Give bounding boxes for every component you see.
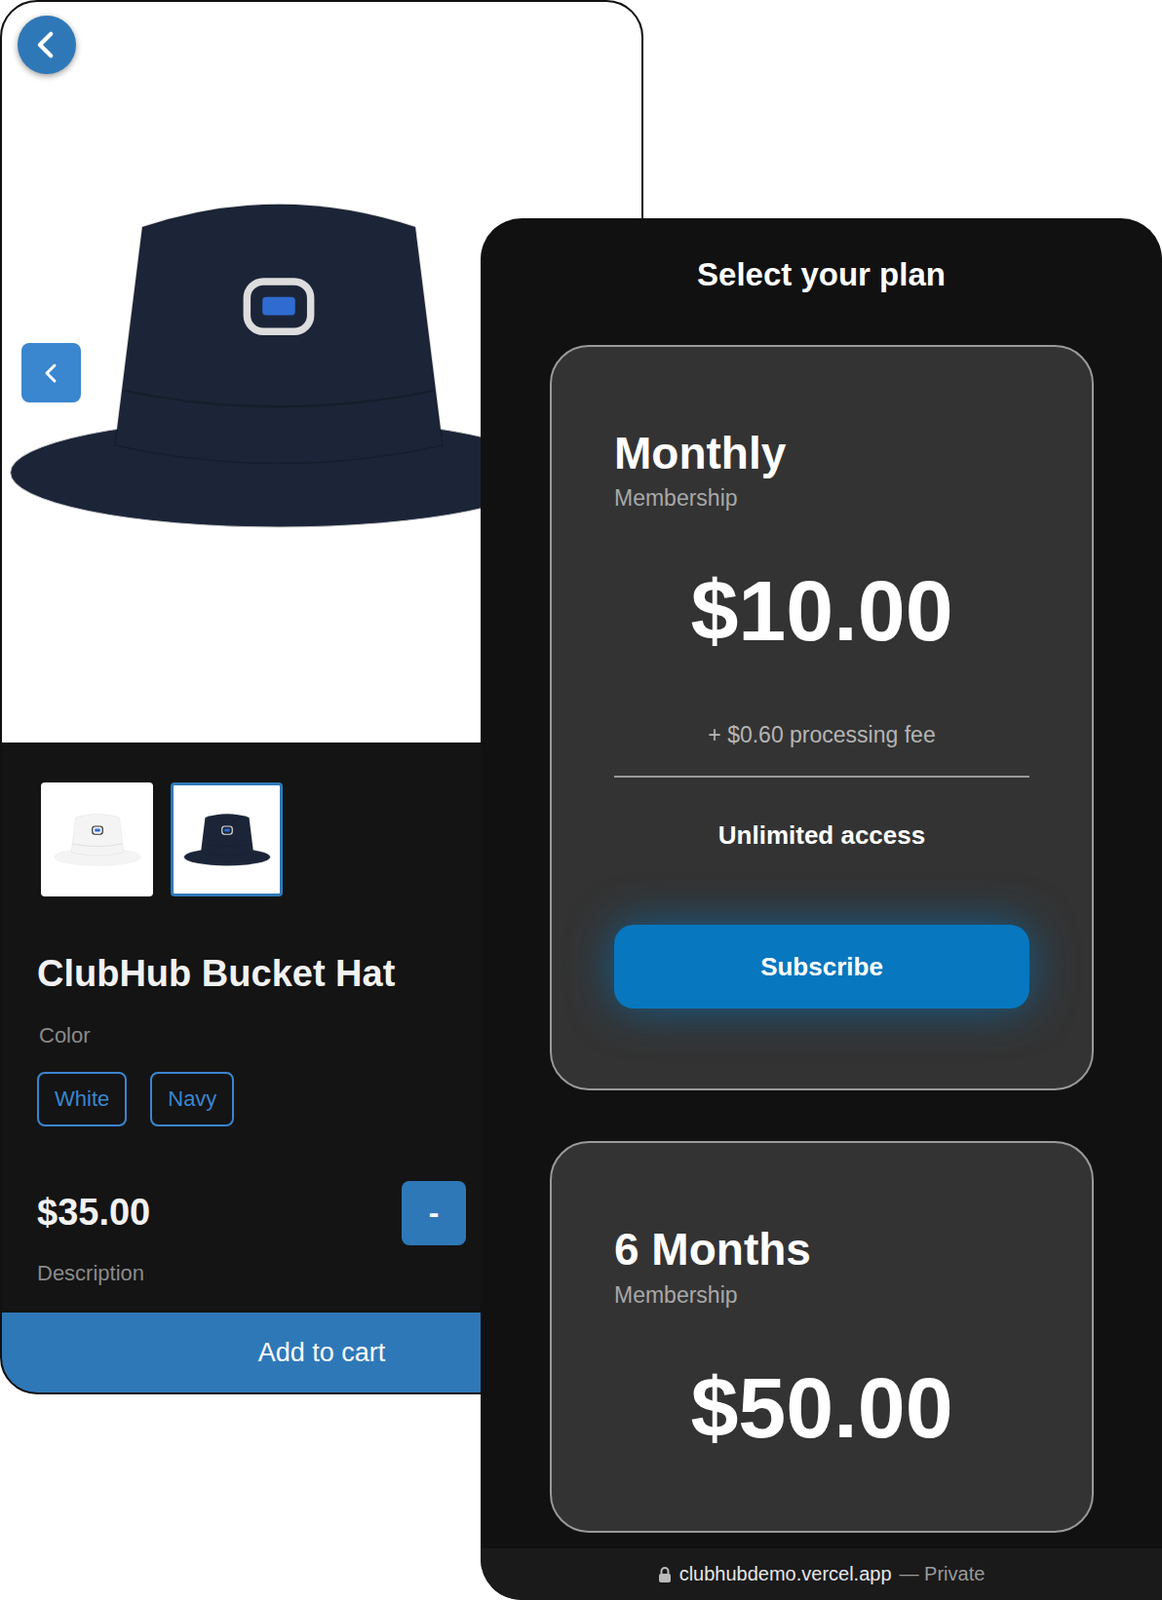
- plan-subtitle: Membership: [614, 1282, 1030, 1310]
- plan-name: Monthly: [614, 428, 1030, 479]
- thumbnail[interactable]: [40, 782, 154, 897]
- color-option[interactable]: Navy: [150, 1072, 234, 1127]
- plan-title: Select your plan: [480, 218, 1162, 295]
- color-option[interactable]: White: [37, 1072, 127, 1127]
- chevron-left-icon: [30, 28, 64, 62]
- carousel-prev-button[interactable]: [21, 343, 81, 403]
- url-text[interactable]: clubhubdemo.vercel.app: [679, 1563, 892, 1587]
- hat-image: [5, 172, 552, 559]
- plan-card: 6 Months Membership $50.00: [549, 1141, 1094, 1534]
- browser-bar: clubhubdemo.vercel.app — Private: [480, 1549, 1162, 1600]
- lock-icon: [658, 1566, 672, 1585]
- price-row: $35.00 -: [37, 1181, 466, 1246]
- plan-name: 6 Months: [614, 1225, 1030, 1276]
- plan-price: $50.00: [614, 1365, 1030, 1452]
- hat-thumbnail-icon: [183, 809, 272, 871]
- chevron-left-icon: [39, 361, 64, 386]
- privacy-label: — Private: [899, 1563, 986, 1587]
- hat-picture-icon: [5, 172, 552, 555]
- plan-screen: Select your plan Monthly Membership $10.00 +…: [480, 218, 1162, 1600]
- thumbnail[interactable]: [170, 782, 283, 897]
- plan-fee: + $0.60 processing fee: [614, 722, 1030, 749]
- hat-thumbnail-icon: [53, 809, 142, 871]
- plan-price: $10.00: [614, 568, 1030, 655]
- plan-subtitle: Membership: [614, 485, 1030, 512]
- plan-divider: [614, 775, 1030, 778]
- plan-feature: Unlimited access: [614, 820, 1030, 852]
- product-price: $35.00: [37, 1192, 151, 1235]
- plan-card: Monthly Membership $10.00 + $0.60 processin…: [549, 345, 1094, 1092]
- plan-list: Monthly Membership $10.00 + $0.60 processin…: [480, 294, 1162, 1550]
- back-button[interactable]: [17, 15, 77, 75]
- decrease-button[interactable]: -: [401, 1181, 466, 1246]
- subscribe-button[interactable]: Subscribe: [614, 925, 1030, 1009]
